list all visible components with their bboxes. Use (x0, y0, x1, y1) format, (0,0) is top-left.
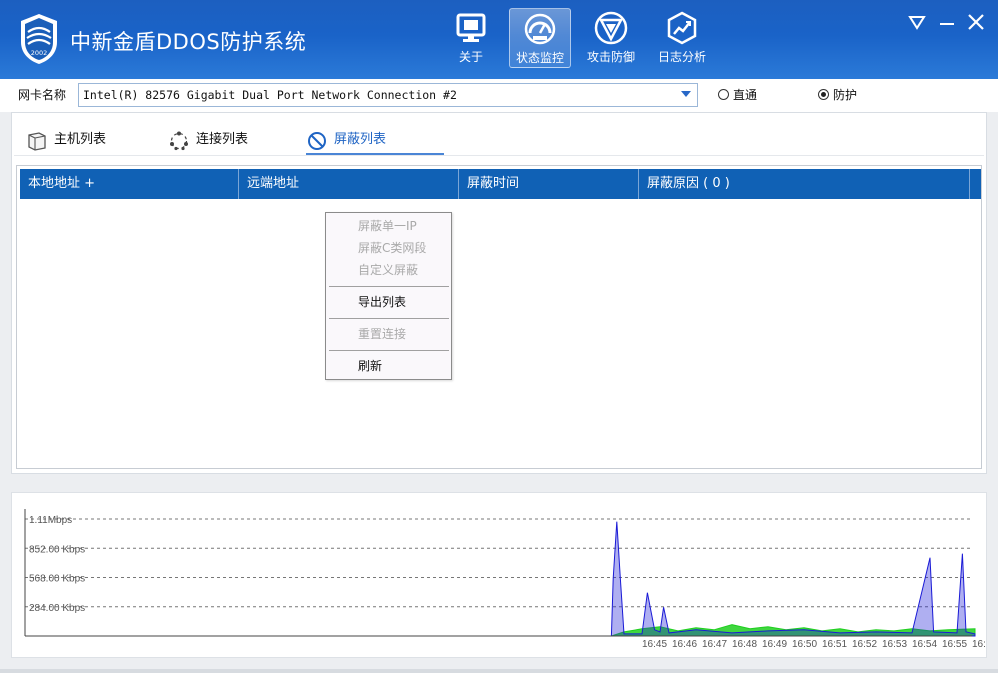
radio-icon[interactable] (718, 89, 729, 100)
nic-select-value: Intel(R) 82576 Gigabit Dual Port Network… (83, 88, 457, 102)
nic-row: 网卡名称 Intel(R) 82576 Gigabit Dual Port Ne… (0, 79, 998, 112)
tab-block-list[interactable]: 屏蔽列表 (306, 129, 444, 155)
tab-connection-list-label: 连接列表 (196, 132, 249, 147)
chart-y-labels: 1.11Mbps 852.00 Kbps 568.00 Kbps 284.00 Kbp… (29, 515, 85, 614)
block-list-table[interactable]: 本地地址 + 远端地址 屏蔽时间 屏蔽原因 ( 0 ) (16, 165, 982, 469)
nav-about-label: 关于 (458, 50, 483, 64)
chart-x-tick-label: 16:48 (732, 639, 757, 650)
chart-y-tick-label: 284.00 Kbps (29, 603, 85, 614)
tab-block-list-label: 屏蔽列表 (334, 132, 387, 147)
menu-item-refresh[interactable]: 刷新 (326, 355, 451, 377)
menu-item-reset-connection[interactable]: 重置连接 (326, 323, 451, 345)
chart-x-tick-label: 16:53 (882, 639, 907, 650)
mode-passthrough-label: 直通 (733, 88, 758, 102)
menu-separator (329, 286, 449, 287)
column-block-time[interactable]: 屏蔽时间 (459, 169, 639, 199)
chart-x-tick-label: 16:50 (792, 639, 817, 650)
chart-x-tick-label: 16:55 (942, 639, 967, 650)
chart-x-tick-label: 16:47 (702, 639, 727, 650)
main-panel: 主机列表 连接列表 屏蔽列表 本地地址 + 远端地址 屏蔽时间 屏蔽原因 ( 0… (11, 112, 987, 474)
series-in-area (610, 521, 976, 637)
menu-down-icon[interactable] (907, 12, 927, 32)
tab-connection-list[interactable]: 连接列表 (168, 129, 280, 155)
chart-x-tick-label: 16:54 (912, 639, 937, 650)
chart-x-tick-label: 16:52 (852, 639, 877, 650)
mode-passthrough-radio[interactable]: 直通 (718, 86, 757, 103)
menu-separator (329, 318, 449, 319)
mode-protect-label: 防护 (833, 88, 858, 102)
shield-icon (594, 11, 628, 45)
nic-label: 网卡名称 (18, 88, 67, 102)
dropdown-arrow-icon[interactable] (681, 91, 691, 97)
radio-selected-icon[interactable] (818, 89, 829, 100)
context-menu: 屏蔽单一IP 屏蔽C类网段 自定义屏蔽 导出列表 重置连接 刷新 (325, 212, 452, 380)
nav-attack-defense-button[interactable]: 攻击防御 (580, 8, 642, 68)
nav-status-monitor-button[interactable]: 状态监控 (509, 8, 571, 68)
mode-protect-radio[interactable]: 防护 (818, 86, 857, 103)
menu-item-custom-block[interactable]: 自定义屏蔽 (326, 259, 451, 281)
tab-host-list[interactable]: 主机列表 (26, 129, 138, 155)
connection-list-icon (170, 131, 188, 151)
chart-series (610, 521, 976, 637)
block-list-icon (308, 132, 326, 150)
traffic-chart-panel: 1.11Mbps 852.00 Kbps 568.00 Kbps 284.00 Kbp… (11, 492, 987, 658)
monitor-icon (456, 13, 486, 42)
column-local-address[interactable]: 本地地址 + (20, 169, 239, 199)
chart-y-tick-label: 568.00 Kbps (29, 574, 85, 585)
column-remote-address[interactable]: 远端地址 (239, 169, 459, 199)
host-list-icon (28, 132, 46, 151)
menu-separator (329, 350, 449, 351)
menu-item-export-list[interactable]: 导出列表 (326, 291, 451, 313)
svg-text:2002: 2002 (31, 49, 48, 57)
nic-select[interactable]: Intel(R) 82576 Gigabit Dual Port Network… (78, 83, 698, 107)
app-logo-icon: 2002 (21, 14, 57, 64)
chart-x-tick-label: 16:45 (642, 639, 667, 650)
table-header: 本地地址 + 远端地址 屏蔽时间 屏蔽原因 ( 0 ) (20, 169, 981, 199)
nav-about-button[interactable]: 关于 (440, 8, 502, 68)
chart-x-tick-label: 16:49 (762, 639, 787, 650)
tab-divider (14, 155, 984, 156)
chart-icon (667, 11, 697, 45)
menu-item-block-single-ip[interactable]: 屏蔽单一IP (326, 215, 451, 237)
column-block-reason[interactable]: 屏蔽原因 ( 0 ) (639, 169, 970, 199)
minimize-icon[interactable] (937, 12, 957, 32)
nav-status-monitor-label: 状态监控 (515, 51, 564, 65)
app-title: 中新金盾DDOS防护系统 (70, 30, 307, 54)
status-strip (0, 669, 998, 673)
chart-x-tick-label: 16: (972, 639, 986, 650)
menu-item-block-class-c[interactable]: 屏蔽C类网段 (326, 237, 451, 259)
chart-x-tick-label: 16:46 (672, 639, 697, 650)
traffic-chart: 1.11Mbps 852.00 Kbps 568.00 Kbps 284.00 Kbp… (24, 509, 986, 650)
chart-y-tick-label: 1.11Mbps (29, 515, 72, 526)
nav-attack-defense-label: 攻击防御 (586, 50, 635, 64)
chart-y-tick-label: 852.00 Kbps (29, 544, 85, 555)
tab-host-list-label: 主机列表 (54, 132, 107, 147)
nav-log-analysis-label: 日志分析 (657, 50, 706, 64)
close-icon[interactable] (966, 12, 986, 32)
title-bar: 2002 中新金盾DDOS防护系统 关于 状态监控 攻击防御 日志分析 (0, 0, 998, 79)
chart-grid (25, 518, 972, 608)
speedometer-icon (524, 13, 556, 45)
chart-x-tick-label: 16:51 (822, 639, 847, 650)
chart-x-labels: 16:45 16:46 16:47 16:48 16:49 16:50 16:51 16:52… (642, 639, 986, 650)
nav-log-analysis-button[interactable]: 日志分析 (651, 8, 713, 68)
